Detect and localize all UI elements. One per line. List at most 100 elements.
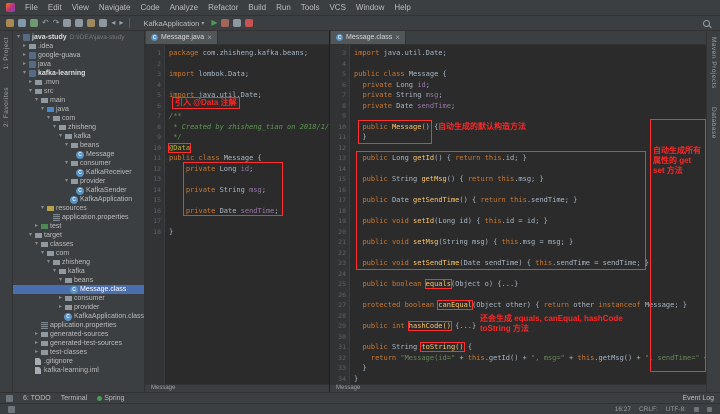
bookmark-icon[interactable] bbox=[694, 406, 699, 412]
code-line[interactable]: public Date getSendTime() { return this.… bbox=[354, 195, 706, 206]
code-line[interactable]: public Long getId() { return this.id; } bbox=[354, 153, 706, 164]
chevron-right-icon[interactable]: ▸ bbox=[21, 42, 28, 51]
chevron-down-icon[interactable]: ▾ bbox=[45, 114, 52, 123]
menu-file[interactable]: File bbox=[20, 3, 43, 12]
stripe-tab-maven-projects[interactable]: Maven Projects bbox=[710, 37, 717, 89]
code-line[interactable] bbox=[354, 332, 706, 343]
stop-icon[interactable] bbox=[245, 19, 254, 27]
chevron-right-icon[interactable]: ▸ bbox=[21, 51, 28, 60]
code-line[interactable]: import java.util.Date; bbox=[169, 90, 329, 101]
tree-item-zhisheng[interactable]: ▾ zhisheng bbox=[13, 258, 144, 267]
chevron-right-icon[interactable]: ▸ bbox=[57, 303, 64, 312]
bottom-tab-6-todo[interactable]: 6: TODO bbox=[23, 395, 51, 402]
save-all-icon[interactable] bbox=[18, 19, 26, 27]
chevron-right-icon[interactable]: ▸ bbox=[57, 294, 64, 303]
stripe-tab-database[interactable]: Database bbox=[710, 107, 717, 139]
code-line[interactable] bbox=[354, 185, 706, 196]
code-line[interactable] bbox=[169, 195, 329, 206]
code-line[interactable]: private Date sendTime; bbox=[169, 206, 329, 217]
menu-navigate[interactable]: Navigate bbox=[94, 3, 136, 12]
code-line[interactable] bbox=[354, 227, 706, 238]
run-configuration-select[interactable]: KafkaApplication ▾ bbox=[143, 19, 204, 28]
code-line[interactable] bbox=[169, 174, 329, 185]
tree-item-java[interactable]: ▸ java bbox=[13, 60, 144, 69]
back-icon[interactable]: ◂ bbox=[111, 19, 115, 27]
chevron-down-icon[interactable]: ▾ bbox=[57, 132, 64, 141]
lock-icon[interactable] bbox=[707, 406, 712, 412]
code-line[interactable]: package com.zhisheng.kafka.beans; bbox=[169, 48, 329, 59]
code-line[interactable]: public Message() { bbox=[354, 122, 706, 133]
code-line[interactable]: private String msg; bbox=[169, 185, 329, 196]
tree-item-java-study[interactable]: ▾ java-study D:\IDEA\java-study bbox=[13, 33, 144, 42]
tab-message-java[interactable]: C Message.java × bbox=[146, 31, 218, 44]
run-icon[interactable]: ▶ bbox=[211, 19, 217, 27]
toolwindow-toggle-icon[interactable] bbox=[6, 394, 13, 402]
forward-icon[interactable]: ▸ bbox=[119, 19, 123, 27]
statusbar-toggle-icon[interactable] bbox=[8, 405, 15, 413]
chevron-right-icon[interactable]: ▸ bbox=[33, 330, 40, 339]
tree-item-com[interactable]: ▾ com bbox=[13, 249, 144, 258]
code-line[interactable]: protected boolean canEqual(Object other)… bbox=[354, 300, 706, 311]
tree-item-test[interactable]: ▸ test bbox=[13, 222, 144, 231]
code-line[interactable] bbox=[354, 59, 706, 70]
chevron-down-icon[interactable]: ▾ bbox=[57, 276, 64, 285]
chevron-down-icon[interactable]: ▾ bbox=[21, 69, 28, 78]
chevron-right-icon[interactable]: ▸ bbox=[33, 222, 40, 231]
tree-item-application-properties[interactable]: application.properties bbox=[13, 213, 144, 222]
event-log-button[interactable]: Event Log bbox=[682, 395, 714, 402]
tree-item-java[interactable]: ▾ java bbox=[13, 105, 144, 114]
code-area-right[interactable]: 3 4 5 6 7 8 9 10 11 12 13 14 15 16 17 18 19 20 21 22 23 24 25 2… bbox=[330, 45, 706, 384]
code-line[interactable] bbox=[354, 111, 706, 122]
tree-item-kafkaapplication[interactable]: C KafkaApplication bbox=[13, 195, 144, 204]
code-line[interactable] bbox=[169, 216, 329, 227]
code-line[interactable]: public void setSendTime(Date sendTime) {… bbox=[354, 258, 706, 269]
code-line[interactable]: public void setId(Long id) { this.id = i… bbox=[354, 216, 706, 227]
menu-tools[interactable]: Tools bbox=[296, 3, 325, 12]
chevron-down-icon[interactable]: ▾ bbox=[51, 267, 58, 276]
chevron-down-icon[interactable]: ▾ bbox=[27, 231, 34, 240]
chevron-down-icon[interactable]: ▾ bbox=[63, 141, 70, 150]
code-line[interactable]: public String toString() { bbox=[354, 342, 706, 353]
source-code[interactable]: package com.zhisheng.kafka.beans; import … bbox=[165, 45, 329, 384]
sync-icon[interactable] bbox=[30, 19, 38, 27]
tree-item-generated-sources[interactable]: ▸ generated-sources bbox=[13, 330, 144, 339]
tree-item-idea[interactable]: ▸ .idea bbox=[13, 42, 144, 51]
code-line[interactable]: private Long id; bbox=[354, 80, 706, 91]
tab-message-class[interactable]: C Message.class × bbox=[331, 31, 406, 44]
menu-build[interactable]: Build bbox=[243, 3, 271, 12]
chevron-down-icon[interactable]: ▾ bbox=[63, 159, 70, 168]
chevron-right-icon[interactable]: ▸ bbox=[33, 348, 40, 357]
menu-analyze[interactable]: Analyze bbox=[165, 3, 203, 12]
tree-item-test-classes[interactable]: ▸ test-classes bbox=[13, 348, 144, 357]
cut-icon[interactable] bbox=[63, 19, 72, 27]
code-line[interactable]: * Created by zhisheng_tian on 2018/1/3 bbox=[169, 122, 329, 133]
tree-item-provider[interactable]: ▸ provider bbox=[13, 303, 144, 312]
chevron-down-icon[interactable]: ▾ bbox=[33, 240, 40, 249]
close-icon[interactable]: × bbox=[395, 34, 400, 42]
coverage-icon[interactable] bbox=[233, 19, 242, 27]
bottom-tab-terminal[interactable]: Terminal bbox=[61, 395, 87, 402]
chevron-down-icon[interactable]: ▾ bbox=[39, 249, 46, 258]
status-utf-8[interactable]: UTF-8: bbox=[666, 406, 686, 413]
tree-item-kafka-learning-iml[interactable]: kafka-learning.iml bbox=[13, 366, 144, 375]
code-line[interactable] bbox=[354, 143, 706, 154]
tree-item-consumer[interactable]: ▸ consumer bbox=[13, 294, 144, 303]
tree-item-beans[interactable]: ▾ beans bbox=[13, 276, 144, 285]
code-line[interactable]: } bbox=[354, 363, 706, 374]
menu-refactor[interactable]: Refactor bbox=[203, 3, 243, 12]
tree-item-kafkareceiver[interactable]: C KafkaReceiver bbox=[13, 168, 144, 177]
code-line[interactable]: import lombok.Data; bbox=[169, 69, 329, 80]
chevron-down-icon[interactable]: ▾ bbox=[63, 177, 70, 186]
breadcrumb-item[interactable]: Message bbox=[336, 385, 360, 391]
chevron-down-icon[interactable]: ▾ bbox=[45, 258, 52, 267]
code-line[interactable]: } bbox=[354, 374, 706, 385]
menu-run[interactable]: Run bbox=[271, 3, 296, 12]
tree-item-kafkasender[interactable]: C KafkaSender bbox=[13, 186, 144, 195]
tree-item-classes[interactable]: ▾ classes bbox=[13, 240, 144, 249]
tree-item-mvn[interactable]: ▸ .mvn bbox=[13, 78, 144, 87]
chevron-down-icon[interactable]: ▾ bbox=[39, 105, 46, 114]
code-line[interactable]: */ bbox=[169, 132, 329, 143]
chevron-right-icon[interactable]: ▸ bbox=[33, 339, 40, 348]
find-icon[interactable] bbox=[99, 19, 108, 27]
code-line[interactable]: private Date sendTime; bbox=[354, 101, 706, 112]
